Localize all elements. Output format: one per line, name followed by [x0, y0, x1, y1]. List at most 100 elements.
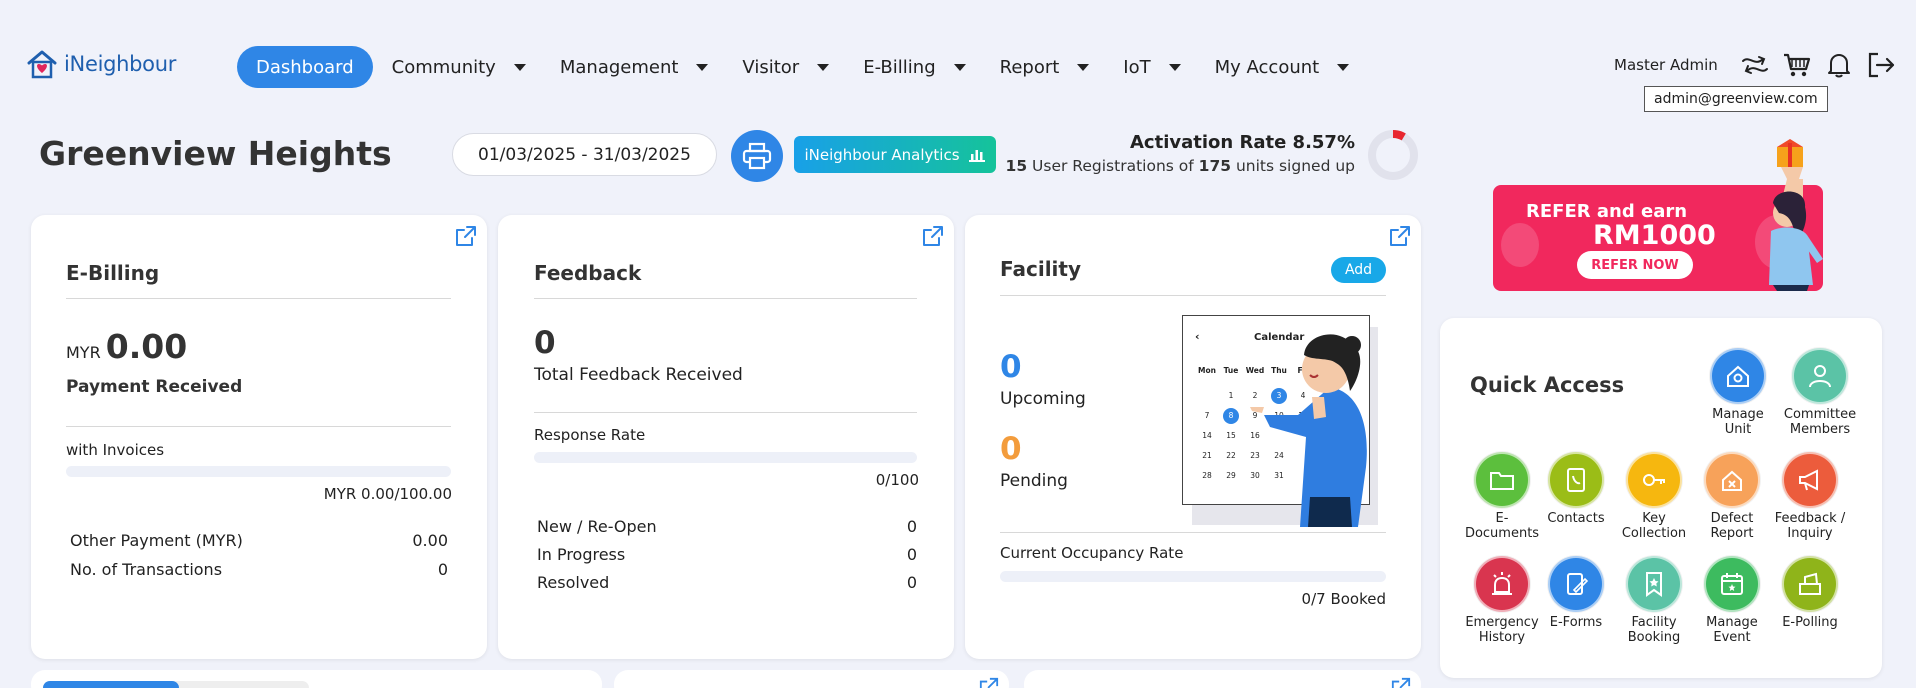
cart-icon[interactable] — [1782, 50, 1812, 80]
activation-rate: Activation Rate 8.57% — [1129, 132, 1355, 153]
folder-icon — [1474, 452, 1530, 508]
caret-down-icon — [1168, 63, 1181, 71]
card-title: E-Billing — [66, 261, 160, 285]
quick-access-manage-event[interactable]: Manage Event — [1693, 556, 1771, 645]
activation-donut — [1368, 130, 1418, 180]
quick-access-feedback-inquiry[interactable]: Feedback / Inquiry — [1771, 452, 1849, 541]
date-range-picker[interactable]: 01/03/2025 - 31/03/2025 — [452, 133, 717, 176]
quick-access-e-documents[interactable]: E-Documents — [1463, 452, 1541, 541]
quick-access-committee-members[interactable]: Committee Members — [1781, 348, 1859, 437]
refer-amount: RM1000 — [1593, 220, 1716, 251]
quick-access-manage-unit[interactable]: Manage Unit — [1699, 348, 1777, 437]
logout-icon[interactable] — [1866, 50, 1896, 80]
nav-label: Community — [391, 56, 496, 78]
nav-report[interactable]: Report — [1000, 57, 1090, 78]
quick-access-e-forms[interactable]: E-Forms — [1537, 556, 1615, 630]
refer-line1: REFER and earn — [1526, 201, 1688, 222]
status-label: New / Re-Open — [537, 517, 657, 536]
external-link-icon[interactable] — [922, 225, 944, 251]
quick-access-contacts[interactable]: Contacts — [1537, 452, 1615, 526]
calendar-date: 14 — [1202, 431, 1212, 440]
nav-visitor[interactable]: Visitor — [742, 56, 830, 78]
nav-dashboard[interactable]: Dashboard — [237, 46, 373, 88]
external-link-icon[interactable] — [455, 225, 477, 251]
upcoming-label: Upcoming — [1000, 389, 1086, 409]
user-area: Master Admin — [1614, 50, 1896, 80]
calendar-illustration: ‹ Calendar MonTueWedThuFri12347891011141… — [1182, 315, 1378, 527]
refer-banner[interactable]: REFER and earn RM1000 REFER NOW — [1493, 139, 1839, 291]
quick-access-label: E-Forms — [1549, 615, 1603, 630]
response-rate-label: Response Rate — [534, 426, 646, 444]
analytics-button[interactable]: iNeighbour Analytics — [794, 136, 996, 173]
feedback-total: 0 — [534, 325, 556, 361]
bottom-card-2 — [614, 670, 1009, 688]
megaphone-icon — [1782, 452, 1838, 508]
external-link-icon[interactable] — [1391, 677, 1411, 688]
invoices-progress-bar — [66, 466, 451, 477]
quick-access-defect-report[interactable]: Defect Report — [1693, 452, 1771, 541]
transactions-label: No. of Transactions — [70, 560, 223, 579]
billing-amount: MYR 0.00 — [66, 327, 188, 366]
quick-access-panel: Quick Access Manage Unit Committee Member… — [1440, 318, 1882, 678]
quick-access-label: Defect Report — [1710, 511, 1754, 541]
tools-icon — [1704, 452, 1760, 508]
invoices-label: with Invoices — [66, 441, 165, 459]
app-logo[interactable]: iNeighbour — [26, 48, 176, 80]
feedback-total-label: Total Feedback Received — [534, 365, 743, 385]
feedback-card: Feedback 0 Total Feedback Received Respo… — [498, 215, 954, 659]
caret-down-icon — [696, 63, 709, 71]
refer-now-button[interactable]: REFER NOW — [1577, 251, 1693, 279]
occupancy-label: Current Occupancy Rate — [1000, 544, 1184, 562]
external-link-icon[interactable] — [979, 677, 999, 688]
status-value: 0 — [906, 545, 917, 564]
person-icon — [1792, 348, 1848, 404]
quick-access-emergency-history[interactable]: Emergency History — [1463, 556, 1541, 645]
calendar-day-header: Mon — [1198, 366, 1216, 375]
facility-card: Facility Add 0 Upcoming 0 Pending ‹ Cale… — [965, 215, 1421, 659]
nav-my-account[interactable]: My Account — [1215, 57, 1350, 78]
printer-icon — [742, 142, 772, 170]
print-button[interactable] — [731, 130, 783, 182]
quick-access-label: E-Polling — [1782, 615, 1838, 630]
quick-access-key-collection[interactable]: Key Collection — [1615, 452, 1693, 541]
caret-down-icon — [1077, 63, 1090, 71]
quick-access-label: E-Documents — [1464, 511, 1540, 541]
response-progress-bar — [534, 452, 917, 463]
response-value: 0/100 — [875, 471, 919, 489]
nav-e-billing[interactable]: E-Billing — [863, 57, 966, 78]
quick-access-label: Manage Event — [1706, 615, 1758, 645]
nav-label: Management — [559, 56, 679, 78]
nav-iot[interactable]: IoT — [1123, 57, 1181, 78]
external-link-icon[interactable] — [1389, 225, 1411, 251]
card-title: Facility — [1000, 257, 1082, 281]
quick-access-title: Quick Access — [1470, 373, 1625, 397]
bookmark-icon — [1626, 556, 1682, 612]
quick-access-label: Committee Members — [1783, 407, 1857, 437]
app-name: iNeighbour — [64, 52, 177, 76]
caret-down-icon — [817, 63, 830, 71]
activation-detail: 15 User Registrations of 175 units signe… — [1005, 157, 1355, 175]
nav-community[interactable]: Community — [392, 57, 526, 78]
nav-label: Visitor — [742, 56, 800, 78]
quick-access-e-polling[interactable]: E-Polling — [1771, 556, 1849, 630]
status-value: 0 — [906, 573, 917, 592]
nav-management[interactable]: Management — [560, 57, 709, 78]
activation-summary: Activation Rate 8.57% 15 User Registrati… — [1006, 132, 1355, 175]
transactions-value: 0 — [437, 560, 448, 579]
bell-icon[interactable] — [1824, 50, 1854, 80]
nav-label: Report — [999, 56, 1060, 78]
calendar-date: 29 — [1226, 471, 1236, 480]
status-value: 0 — [906, 517, 917, 536]
main-nav: Dashboard Community Management Visitor E-Bil… — [237, 46, 1383, 88]
switch-icon[interactable] — [1740, 50, 1770, 80]
add-facility-button[interactable]: Add — [1331, 257, 1386, 283]
alarm-icon — [1474, 556, 1530, 612]
calendar-date: 28 — [1202, 471, 1212, 480]
bar-chart-icon — [968, 150, 985, 162]
quick-access-facility-booking[interactable]: Facility Booking — [1615, 556, 1693, 645]
user-name[interactable]: Master Admin — [1614, 56, 1718, 74]
calendar-date: 22 — [1226, 451, 1236, 460]
calendar-date: 21 — [1202, 451, 1212, 460]
calendar-date: 8 — [1223, 408, 1239, 424]
payment-label: Payment Received — [66, 377, 243, 397]
